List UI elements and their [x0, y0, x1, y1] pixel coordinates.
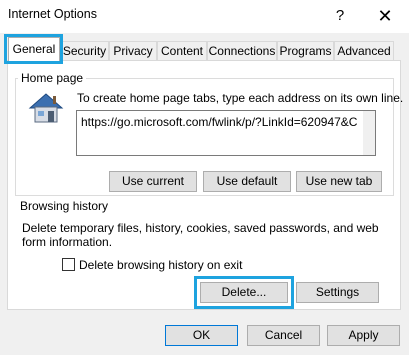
home-page-url-text: https://go.microsoft.com/fwlink/p/?LinkI… — [81, 115, 358, 129]
home-page-instructions: To create home page tabs, type each addr… — [77, 91, 404, 105]
title-bar: Internet Options ? ✕ — [0, 0, 409, 33]
delete-button[interactable]: Delete... — [200, 282, 288, 303]
apply-button[interactable]: Apply — [327, 325, 400, 346]
use-current-button[interactable]: Use current — [109, 171, 197, 192]
delete-on-exit-checkbox[interactable] — [62, 258, 75, 271]
tab-security[interactable]: Security — [60, 41, 109, 60]
use-default-button[interactable]: Use default — [203, 171, 291, 192]
ok-button[interactable]: OK — [165, 325, 238, 346]
tab-privacy[interactable]: Privacy — [109, 41, 157, 60]
close-button[interactable]: ✕ — [372, 5, 398, 27]
tab-general[interactable]: General — [8, 37, 60, 61]
browsing-history-description-line2: form information. — [22, 235, 113, 249]
house-icon — [28, 93, 64, 123]
tab-content[interactable]: Content — [157, 41, 207, 60]
home-page-group-label: Home page — [18, 71, 87, 85]
tab-programs[interactable]: Programs — [277, 41, 334, 60]
settings-button[interactable]: Settings — [296, 282, 379, 303]
browsing-history-description-line1: Delete temporary files, history, cookies… — [22, 221, 379, 235]
home-page-url-textarea[interactable]: https://go.microsoft.com/fwlink/p/?LinkI… — [76, 110, 376, 156]
window-title: Internet Options — [8, 7, 97, 21]
help-button[interactable]: ? — [330, 5, 350, 27]
use-new-tab-button[interactable]: Use new tab — [296, 171, 382, 192]
tab-connections[interactable]: Connections — [207, 41, 277, 60]
tab-advanced[interactable]: Advanced — [334, 41, 394, 60]
delete-on-exit-label[interactable]: Delete browsing history on exit — [79, 258, 242, 272]
url-scrollbar[interactable] — [363, 111, 375, 155]
cancel-button[interactable]: Cancel — [247, 325, 320, 346]
browsing-history-group-label: Browsing history — [20, 199, 109, 213]
